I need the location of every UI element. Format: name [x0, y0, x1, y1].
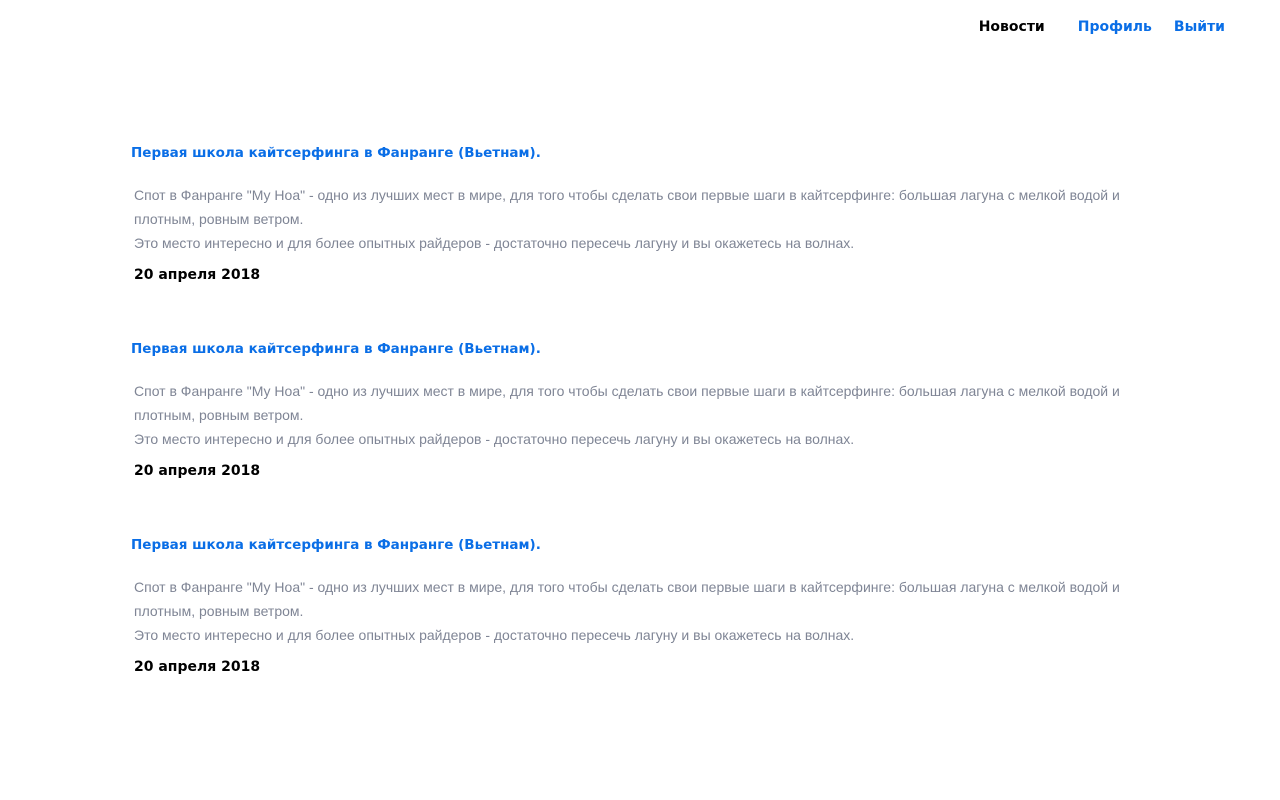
news-title-link[interactable]: Первая школа кайтсерфинга в Фанранге (Вь… [131, 143, 541, 163]
news-title-link[interactable]: Первая школа кайтсерфинга в Фанранге (Вь… [131, 339, 541, 359]
news-date: 20 апреля 2018 [134, 463, 261, 479]
news-paragraph: Это место интересно и для более опытных … [134, 431, 855, 447]
news-paragraph: Спот в Фанранге "Му Ноа" - одно из лучши… [134, 187, 1120, 227]
news-item: Первая школа кайтсерфинга в Фанранге (Вь… [131, 534, 1151, 730]
news-body: Спот в Фанранге "Му Ноа" - одно из лучши… [134, 379, 1144, 451]
news-date: 20 апреля 2018 [134, 659, 261, 675]
news-paragraph: Спот в Фанранге "Му Ноа" - одно из лучши… [134, 383, 1120, 423]
news-item: Первая школа кайтсерфинга в Фанранге (Вь… [131, 338, 1151, 534]
news-paragraph: Спот в Фанранге "Му Ноа" - одно из лучши… [134, 579, 1120, 619]
news-title-link[interactable]: Первая школа кайтсерфинга в Фанранге (Вь… [131, 535, 541, 555]
top-nav: Новости Профиль Выйти [979, 19, 1225, 35]
news-paragraph: Это место интересно и для более опытных … [134, 627, 855, 643]
news-item: Первая школа кайтсерфинга в Фанранге (Вь… [131, 142, 1151, 338]
news-date: 20 апреля 2018 [134, 267, 261, 283]
nav-profile-link[interactable]: Профиль [1078, 19, 1152, 35]
news-body: Спот в Фанранге "Му Ноа" - одно из лучши… [134, 575, 1144, 647]
news-paragraph: Это место интересно и для более опытных … [134, 235, 855, 251]
nav-logout-link[interactable]: Выйти [1174, 19, 1225, 35]
news-list: Первая школа кайтсерфинга в Фанранге (Вь… [131, 142, 1151, 730]
nav-news-link[interactable]: Новости [979, 19, 1045, 35]
news-body: Спот в Фанранге "Му Ноа" - одно из лучши… [134, 183, 1144, 255]
